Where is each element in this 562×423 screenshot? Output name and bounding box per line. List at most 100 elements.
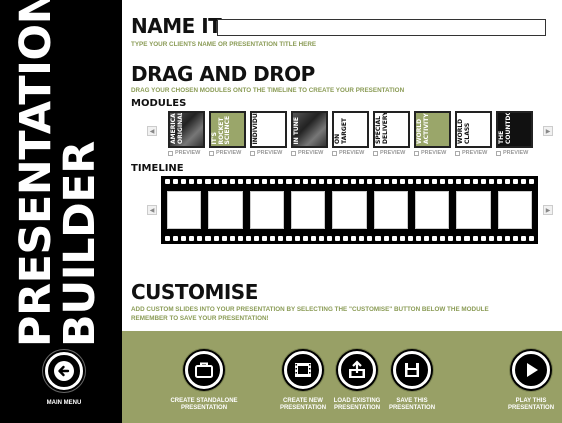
upload-icon[interactable]	[338, 351, 376, 389]
film-hole	[399, 236, 405, 241]
preview-checkbox-icon[interactable]	[291, 150, 296, 156]
module-item[interactable]: ON TARGET PREVIEW	[332, 111, 369, 156]
save-button[interactable]: SAVE THIS PRESENTATION	[378, 351, 446, 412]
film-hole	[270, 179, 276, 184]
module-preview-button[interactable]: PREVIEW	[373, 150, 410, 156]
module-item[interactable]: INDIVIDUALS PREVIEW	[250, 111, 287, 156]
module-item[interactable]: SPECIAL DELIVERY PREVIEW	[373, 111, 410, 156]
film-perforations-bottom	[165, 236, 535, 241]
presentation-builder-app: PRESENTATION BUILDER MAIN MENU NAME IT T…	[0, 0, 562, 423]
module-title: IN TUNE	[293, 116, 301, 144]
module-item[interactable]: AMERICAN ORIGINAL PREVIEW	[168, 111, 205, 156]
film-hole	[448, 236, 454, 241]
module-thumbnail[interactable]: IT'S ROCKET SCIENCE	[209, 111, 246, 148]
preview-checkbox-icon[interactable]	[332, 150, 337, 156]
sidebar: PRESENTATION BUILDER MAIN MENU	[0, 0, 122, 423]
film-hole	[165, 236, 171, 241]
module-preview-button[interactable]: PREVIEW	[250, 150, 287, 156]
film-hole	[504, 179, 511, 184]
timeline-slot[interactable]	[247, 189, 286, 231]
module-preview-button[interactable]: PREVIEW	[496, 150, 533, 156]
module-preview-button[interactable]: PREVIEW	[209, 150, 246, 156]
film-hole	[521, 179, 527, 184]
module-title-line: IN TUNE	[293, 116, 300, 144]
timeline-slot[interactable]	[495, 189, 534, 231]
create-standalone-label: CREATE STANDALONE PRESENTATION	[170, 398, 238, 411]
timeline-slot[interactable]	[206, 189, 245, 231]
preview-checkbox-icon[interactable]	[373, 150, 378, 156]
timeline-slot[interactable]	[371, 189, 410, 231]
film-hole	[456, 179, 462, 184]
film-hole	[310, 236, 316, 241]
module-item[interactable]: WORLD ACTIVITY PREVIEW	[414, 111, 451, 156]
create-standalone-button[interactable]: CREATE STANDALONE PRESENTATION	[170, 351, 238, 412]
module-thumbnail[interactable]: INDIVIDUALS	[250, 111, 287, 148]
preview-checkbox-icon[interactable]	[455, 150, 460, 156]
film-hole	[440, 236, 446, 241]
preview-checkbox-icon[interactable]	[414, 150, 419, 156]
module-title: WORLD ACTIVITY	[416, 113, 430, 144]
module-preview-label: PREVIEW	[339, 150, 365, 156]
film-hole	[173, 179, 179, 184]
module-preview-button[interactable]: PREVIEW	[291, 150, 328, 156]
film-hole	[432, 179, 438, 184]
module-preview-button[interactable]: PREVIEW	[414, 150, 451, 156]
module-preview-label: PREVIEW	[380, 150, 406, 156]
back-arrow-icon[interactable]	[45, 352, 83, 390]
module-thumbnail[interactable]: ON TARGET	[332, 111, 369, 148]
film-hole	[415, 179, 421, 184]
film-hole	[326, 179, 332, 184]
preview-checkbox-icon[interactable]	[250, 150, 255, 156]
save-icon[interactable]	[393, 351, 431, 389]
film-hole	[310, 179, 316, 184]
film-icon[interactable]	[284, 351, 322, 389]
module-thumbnail[interactable]: SPECIAL DELIVERY	[373, 111, 410, 148]
film-hole	[529, 236, 535, 241]
module-thumbnail[interactable]: WORLD ACTIVITY	[414, 111, 451, 148]
module-thumbnail[interactable]: IN TUNE	[291, 111, 328, 148]
timeline-next-arrow[interactable]: ▶	[543, 205, 553, 215]
briefcase-icon[interactable]	[185, 351, 223, 389]
module-thumbnail[interactable]: THE COUNTDOWN	[496, 111, 533, 148]
film-hole	[197, 236, 203, 241]
module-title-line: ACTIVITY	[422, 113, 430, 144]
play-button[interactable]: PLAY THIS PRESENTATION	[497, 351, 562, 412]
module-preview-button[interactable]: PREVIEW	[455, 150, 492, 156]
timeline-slot[interactable]	[165, 189, 204, 231]
module-title: THE COUNTDOWN	[498, 113, 512, 144]
module-preview-label: PREVIEW	[462, 150, 488, 156]
module-thumbnail[interactable]: AMERICAN ORIGINAL	[168, 111, 205, 148]
module-preview-button[interactable]: PREVIEW	[332, 150, 369, 156]
module-item[interactable]: THE COUNTDOWN PREVIEW	[496, 111, 533, 156]
timeline-label: TIMELINE	[131, 163, 184, 174]
module-thumbnail[interactable]: WORLD CLASS	[455, 111, 492, 148]
module-title-line: CLASS	[463, 122, 471, 144]
film-hole	[391, 179, 397, 184]
module-item[interactable]: IT'S ROCKET SCIENCE PREVIEW	[209, 111, 246, 156]
timeline-slot[interactable]	[454, 189, 493, 231]
presentation-name-input[interactable]	[217, 19, 546, 36]
app-title: PRESENTATION BUILDER	[11, 0, 105, 347]
modules-prev-arrow[interactable]: ◀	[147, 126, 157, 136]
module-title-line: TARGET	[340, 117, 348, 144]
film-hole	[343, 236, 349, 241]
film-hole	[351, 179, 357, 184]
module-title: AMERICAN ORIGINAL	[170, 113, 184, 144]
module-preview-label: PREVIEW	[298, 150, 324, 156]
main-menu-button[interactable]: MAIN MENU	[41, 352, 87, 406]
preview-checkbox-icon[interactable]	[209, 150, 214, 156]
module-preview-label: PREVIEW	[503, 150, 529, 156]
modules-next-arrow[interactable]: ▶	[543, 126, 553, 136]
timeline-slot[interactable]	[288, 189, 328, 231]
timeline-prev-arrow[interactable]: ◀	[147, 205, 157, 215]
module-item[interactable]: IN TUNE PREVIEW	[291, 111, 328, 156]
preview-checkbox-icon[interactable]	[168, 150, 173, 156]
play-icon[interactable]	[512, 351, 550, 389]
module-item[interactable]: WORLD CLASS PREVIEW	[455, 111, 492, 156]
module-preview-button[interactable]: PREVIEW	[168, 150, 205, 156]
timeline-filmstrip	[161, 176, 538, 244]
timeline-slot[interactable]	[412, 189, 452, 231]
film-hole	[229, 236, 235, 241]
timeline-slot[interactable]	[330, 189, 369, 231]
preview-checkbox-icon[interactable]	[496, 150, 501, 156]
